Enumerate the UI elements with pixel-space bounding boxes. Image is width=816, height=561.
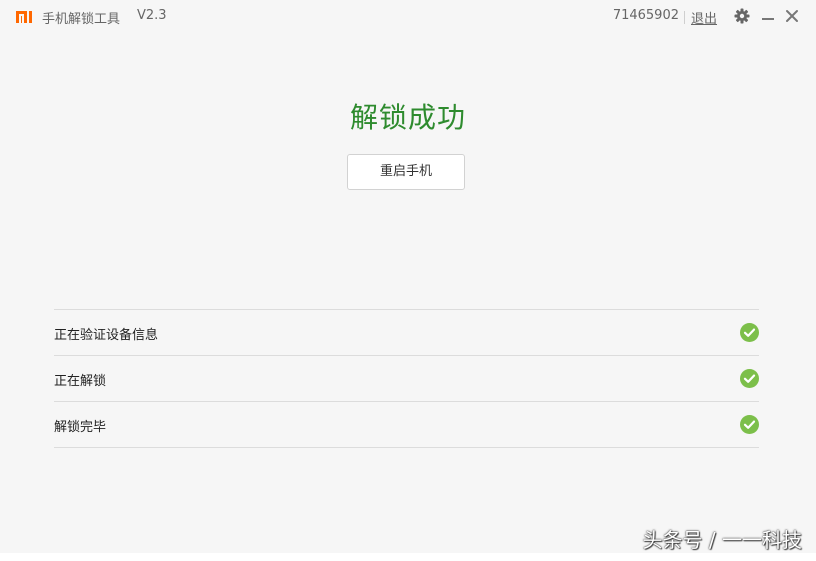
list-item: 正在验证设备信息 (54, 310, 759, 356)
settings-button[interactable] (734, 8, 750, 24)
titlebar-divider (684, 11, 685, 24)
title-bar: 手机解锁工具 V2.3 71465902 退出 (0, 0, 816, 34)
app-title: 手机解锁工具 (42, 12, 121, 27)
reboot-phone-button[interactable]: 重启手机 (347, 154, 465, 190)
list-item: 解锁完毕 (54, 402, 759, 448)
check-circle-icon (740, 369, 759, 388)
step-label: 正在验证设备信息 (54, 328, 159, 343)
app-version: V2.3 (137, 8, 167, 23)
mi-logo-icon (16, 11, 32, 23)
logout-link[interactable]: 退出 (691, 8, 717, 27)
unlock-tool-window: 手机解锁工具 V2.3 71465902 退出 解锁成功 重启手机 正在验证设备… (0, 0, 816, 553)
unlock-success-title: 解锁成功 (349, 101, 466, 134)
check-circle-icon (740, 323, 759, 342)
unlock-steps-list: 正在验证设备信息 正在解锁 解锁完毕 (54, 309, 759, 448)
step-label: 解锁完毕 (54, 420, 107, 435)
gear-icon (734, 8, 750, 24)
minimize-icon (762, 18, 774, 20)
close-icon (786, 10, 798, 22)
watermark-text: 头条号 / 一一科技 (642, 528, 802, 552)
check-circle-icon (740, 415, 759, 434)
close-button[interactable] (784, 8, 800, 24)
minimize-button[interactable] (760, 8, 776, 24)
list-item: 正在解锁 (54, 356, 759, 402)
step-label: 正在解锁 (54, 374, 107, 389)
account-id: 71465902 (612, 8, 679, 23)
